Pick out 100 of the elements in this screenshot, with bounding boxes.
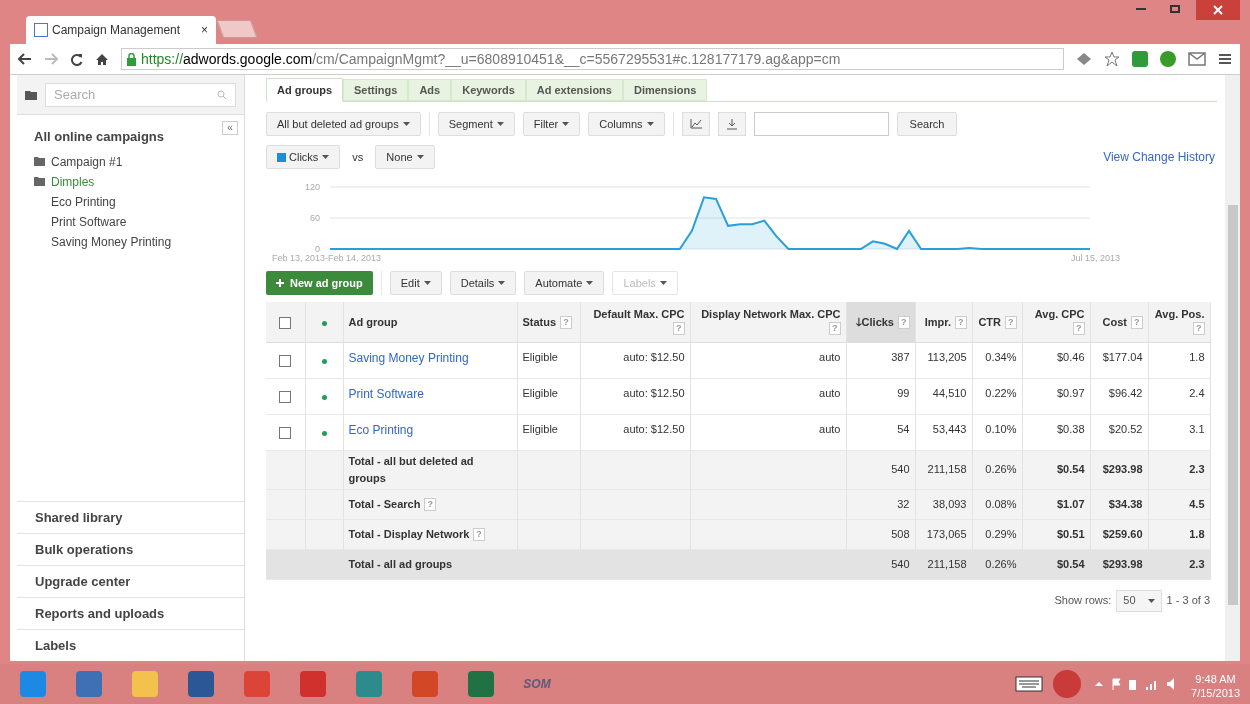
toolbar-dropdown[interactable]: Columns [588,112,665,136]
search-field[interactable] [753,112,889,136]
download-button[interactable] [717,112,746,136]
row-checkbox[interactable] [279,426,292,439]
toolbar-dropdown[interactable]: Segment [437,112,515,136]
total-label: Total - Search [348,497,421,510]
column-header[interactable]: Ad group [343,302,517,342]
metric-dropdown[interactable]: None [375,145,435,169]
sidebar-section[interactable]: Upgrade center [17,565,244,597]
table-cell: 0.10% [985,422,1017,435]
back-icon[interactable] [18,53,32,65]
action-dropdown[interactable]: Details [449,271,517,295]
chart-toggle-button[interactable] [681,112,710,136]
new-tab-button[interactable] [216,20,258,38]
sidebar-section[interactable]: Labels [17,629,244,661]
total-label: Total - Display Network [348,527,470,540]
view-change-history-link[interactable]: View Change History [1103,148,1215,166]
clock-time: 9:48 AM [1195,672,1236,686]
ad-group-link[interactable]: Print Software [348,386,424,401]
column-header[interactable]: Default Max. CPC ? [580,302,690,342]
address-field[interactable]: https://adwords.google.com/cm/CampaignMgmt?__u=6808910451&__c=5567295531#c.128177179.ag&app=cm [121,48,1064,70]
table-cell: 113,205 [927,350,967,363]
alert-icon[interactable] [1160,51,1176,67]
row-checkbox[interactable] [279,390,292,403]
table-cell: $0.51 [1056,527,1085,540]
new-ad-group-button[interactable]: New ad group [266,271,373,295]
ad-group-item[interactable]: Print Software [34,211,227,232]
folder-icon [34,157,45,166]
ad-group-link[interactable]: Eco Printing [348,422,414,437]
tab[interactable]: Dimensions [622,79,708,101]
table-cell: 508 [891,527,910,540]
sidebar-section[interactable]: Reports and uploads [17,597,244,629]
table-cell: $96.42 [1108,386,1143,399]
browser-tab[interactable]: Campaign Management × [26,16,216,44]
lock-icon [126,52,137,66]
ad-group-item[interactable]: Saving Money Printing [34,231,227,252]
forward-icon[interactable] [44,53,58,65]
table-cell: 0.26% [985,557,1017,570]
home-icon[interactable] [95,52,109,66]
table-cell: $259.60 [1102,527,1143,540]
extension-icon[interactable] [1132,51,1148,67]
plus-icon [276,279,284,287]
mail-icon[interactable] [1188,51,1206,67]
table-cell: 0.34% [985,350,1017,363]
menu-icon[interactable] [1218,53,1232,65]
table-cell: Eligible [522,422,558,435]
star-icon[interactable] [1104,51,1120,67]
search-icon [217,89,227,100]
tab[interactable]: Settings [343,79,409,101]
scrollbar-thumb[interactable] [1227,205,1238,605]
row-checkbox[interactable] [279,354,292,367]
table-cell: 32 [897,497,910,510]
campaign-item[interactable]: Dimples [34,171,227,192]
tab[interactable]: Keywords [451,79,526,101]
column-header[interactable]: Status ? [517,302,580,342]
sidebar-section[interactable]: Bulk operations [17,533,244,565]
close-tab-button[interactable]: × [201,21,208,39]
keyboard-icon[interactable] [1015,676,1044,692]
column-header[interactable]: Impr. ? [915,302,972,342]
ad-group-link[interactable]: Saving Money Printing [348,350,469,365]
table-cell: Eligible [522,386,558,399]
notification-icon[interactable] [1053,670,1082,698]
close-icon[interactable] [1196,0,1240,20]
sidebar-section[interactable]: Shared library [17,501,244,533]
table-cell: $177.04 [1102,350,1143,363]
tab[interactable]: Ad groups [266,78,343,102]
action-dropdown[interactable]: Automate [524,271,605,295]
table-cell: 1.8 [1189,527,1205,540]
column-header[interactable]: Avg. Pos. ? [1148,302,1210,342]
table-cell: $293.98 [1102,463,1143,476]
action-dropdown[interactable]: Edit [389,271,442,295]
table-cell: $0.97 [1056,386,1085,399]
campaign-item[interactable]: Campaign #1 [34,151,227,172]
column-header[interactable]: Display Network Max. CPC ? [690,302,846,342]
table-cell: 2.3 [1189,557,1205,570]
caret-icon [562,122,570,126]
column-header[interactable]: Avg. CPC ? [1022,302,1090,342]
table-cell: auto: $12.50 [623,386,685,399]
reload-icon[interactable] [70,52,83,66]
extension-icon[interactable] [1076,52,1092,66]
select-all-checkbox[interactable] [279,316,292,329]
download-icon [726,118,737,130]
table-cell: 54 [897,422,910,435]
metric-dropdown[interactable]: Clicks [266,145,341,169]
table-cell: auto [819,386,841,399]
view-dropdown[interactable]: All but deleted ad groups [266,112,421,136]
collapse-button[interactable]: « [222,121,238,135]
toolbar-dropdown[interactable]: Filter [522,112,581,136]
caret-icon [646,122,654,126]
column-header[interactable]: Cost ? [1090,302,1148,342]
tab[interactable]: Ads [408,79,452,101]
column-header[interactable]: 🡓Clicks ? [846,302,915,342]
ad-group-item[interactable]: Eco Printing [34,191,227,212]
column-header[interactable]: CTR ? [972,302,1022,342]
tab[interactable]: Ad extensions [525,79,623,101]
folder-icon[interactable] [25,89,37,100]
search-button[interactable]: Search [896,112,958,136]
table-cell: 38,093 [932,497,967,510]
rows-per-page-dropdown[interactable]: 50 [1116,589,1162,612]
folder-icon [34,177,45,186]
